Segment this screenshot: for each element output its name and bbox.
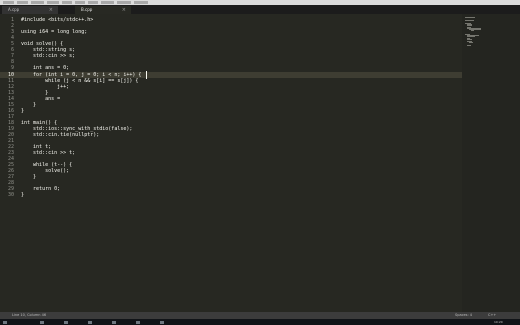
app-icon[interactable] <box>64 320 68 324</box>
menu-project[interactable] <box>101 1 114 4</box>
menu-tools[interactable] <box>88 1 98 4</box>
tab-label: A.cpp <box>8 7 20 12</box>
line-number-gutter: 1 2 3 4 5 6 7 8 9 10 11 12 13 14 15 16 1… <box>0 14 16 312</box>
app-icon[interactable] <box>136 320 140 324</box>
code-line: int ans = 0; <box>21 65 70 71</box>
app-icon[interactable] <box>160 320 164 324</box>
code-editor[interactable]: 1 2 3 4 5 6 7 8 9 10 11 12 13 14 15 16 1… <box>0 14 462 312</box>
minimap[interactable] <box>462 14 520 312</box>
code-line: return 0; <box>21 186 61 192</box>
text-cursor <box>146 71 147 79</box>
menu-file[interactable] <box>3 1 14 4</box>
minimap-line <box>469 42 473 43</box>
syntax-selector[interactable]: C++ <box>488 312 496 319</box>
status-bar: Line 10, Column 46 Spaces: 4 C++ <box>0 312 520 319</box>
app-icon[interactable] <box>88 320 92 324</box>
code-line: } <box>21 108 25 114</box>
start-icon[interactable] <box>3 320 7 324</box>
tab-a-cpp[interactable]: A.cpp × <box>2 6 58 14</box>
cursor-position: Line 10, Column 46 <box>12 313 47 317</box>
menu-find[interactable] <box>47 1 59 4</box>
code-line: using i64 = long long; <box>21 29 88 35</box>
os-taskbar: 10:20 <box>0 319 520 325</box>
tab-bar: A.cpp × B.cpp × <box>0 5 520 14</box>
menu-edit[interactable] <box>17 1 28 4</box>
minimap-line <box>467 36 475 37</box>
close-icon[interactable]: × <box>122 6 126 14</box>
tab-b-cpp[interactable]: B.cpp × <box>75 6 131 14</box>
code-line: std::cin >> t; <box>21 150 76 156</box>
code-line: std::cin.tie(nullptr); <box>21 132 100 138</box>
menu-preferences[interactable] <box>117 1 131 4</box>
code-line: #include <bits/stdc++.h> <box>21 17 94 23</box>
app-icon[interactable] <box>112 320 116 324</box>
code-line: std::cin >> s; <box>21 53 76 59</box>
app-icon[interactable] <box>40 320 44 324</box>
indentation-setting[interactable]: Spaces: 4 <box>455 312 472 319</box>
minimap-line <box>467 45 471 46</box>
menu-goto[interactable] <box>75 1 85 4</box>
line-number: 30 <box>7 192 14 198</box>
menu-view[interactable] <box>62 1 72 4</box>
clock: 10:20 <box>494 320 503 324</box>
menu-selection[interactable] <box>31 1 44 4</box>
code-line: } <box>21 192 25 198</box>
minimap-line <box>465 17 475 18</box>
close-icon[interactable]: × <box>49 6 53 14</box>
tab-label: B.cpp <box>81 7 93 12</box>
minimap-line <box>467 25 472 26</box>
minimap-line <box>471 30 474 31</box>
menu-help[interactable] <box>134 1 148 4</box>
line-number: 9 <box>10 65 14 71</box>
minimap-line <box>467 39 472 40</box>
code-line: } <box>21 174 37 180</box>
minimap-line <box>465 20 474 21</box>
